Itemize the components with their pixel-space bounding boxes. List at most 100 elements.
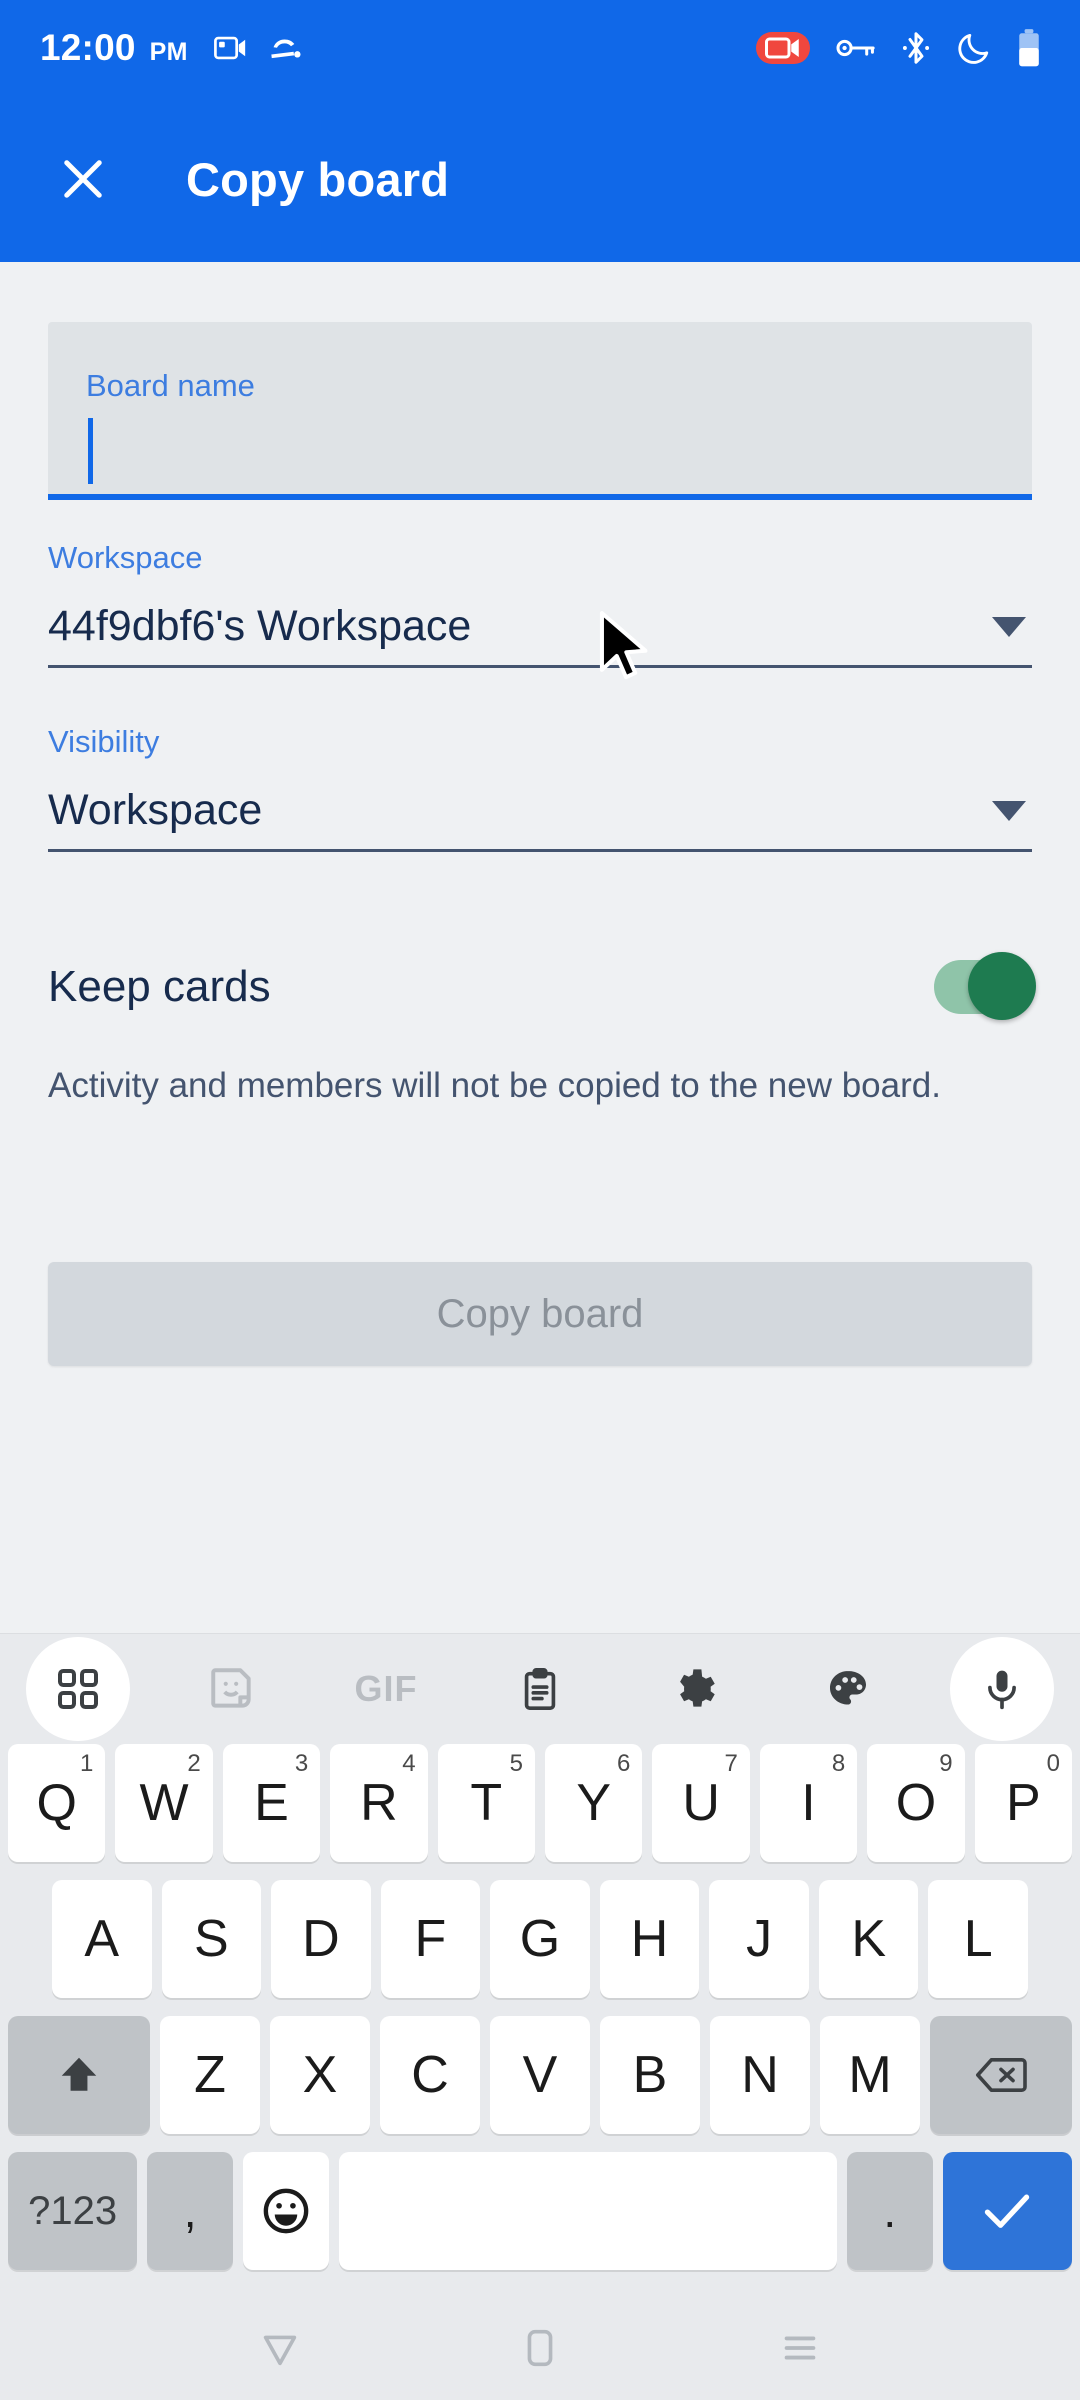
key-v[interactable]: V bbox=[490, 2016, 590, 2134]
keyboard-row-4: ?123 , . bbox=[0, 2152, 1080, 2270]
emoji-icon[interactable] bbox=[243, 2152, 330, 2270]
key-hint: 9 bbox=[939, 1750, 953, 1777]
key-i[interactable]: 8I bbox=[759, 1744, 858, 1862]
do-not-disturb-moon-icon bbox=[956, 30, 992, 66]
key-u[interactable]: 7U bbox=[652, 1744, 750, 1862]
copy-board-button-label: Copy board bbox=[436, 1291, 644, 1336]
bluetooth-icon bbox=[902, 30, 930, 66]
workspace-field-group: Workspace 44f9dbf6's Workspace bbox=[48, 540, 1032, 668]
text-caret bbox=[88, 418, 93, 484]
gif-icon[interactable]: GIF bbox=[334, 1637, 438, 1741]
grid-apps-icon[interactable] bbox=[26, 1637, 130, 1741]
status-bar-left: 12:00 PM bbox=[40, 27, 188, 69]
key-label: T bbox=[470, 1774, 503, 1832]
sticker-icon[interactable] bbox=[180, 1637, 284, 1741]
key-d[interactable]: D bbox=[271, 1880, 371, 1998]
key-a[interactable]: A bbox=[51, 1880, 152, 1998]
android-auto-icon bbox=[268, 34, 304, 62]
status-notification-icons bbox=[213, 34, 304, 62]
status-bar: 12:00 PM bbox=[0, 0, 1080, 96]
phone-screen: 12:00 PM Copy board Board name Workspace… bbox=[0, 0, 1080, 2400]
key-l[interactable]: L bbox=[928, 1880, 1029, 1998]
key-z[interactable]: Z bbox=[160, 2016, 260, 2134]
keyboard-row-3: Z X C V B N M bbox=[0, 2016, 1080, 2134]
keyboard-toolbar: GIF bbox=[0, 1634, 1080, 1744]
symbols-key[interactable]: ?123 bbox=[8, 2152, 138, 2270]
keyboard-row-2: A S D F G H J K L bbox=[0, 1880, 1080, 1998]
enter-key[interactable] bbox=[942, 2152, 1072, 2270]
visibility-field-group: Visibility Workspace bbox=[48, 724, 1032, 852]
key-hint: 1 bbox=[80, 1750, 94, 1777]
key-c[interactable]: C bbox=[380, 2016, 480, 2134]
battery-icon bbox=[1018, 29, 1040, 67]
space-key[interactable] bbox=[339, 2152, 837, 2270]
back-triangle-icon[interactable] bbox=[240, 2308, 320, 2388]
visibility-label: Visibility bbox=[48, 724, 160, 759]
comma-key[interactable]: , bbox=[147, 2152, 234, 2270]
copy-board-button[interactable]: Copy board bbox=[48, 1262, 1032, 1367]
key-hint: 6 bbox=[617, 1750, 631, 1777]
key-label: W bbox=[139, 1774, 189, 1832]
key-j[interactable]: J bbox=[709, 1880, 809, 1998]
system-navigation-bar bbox=[0, 2296, 1080, 2400]
key-x[interactable]: X bbox=[270, 2016, 370, 2134]
backspace-key[interactable] bbox=[930, 2016, 1072, 2134]
key-hint: 2 bbox=[187, 1750, 201, 1777]
palette-icon[interactable] bbox=[796, 1637, 900, 1741]
keep-cards-row[interactable]: Keep cards bbox=[48, 952, 1036, 1020]
vpn-key-icon bbox=[836, 37, 876, 59]
key-g[interactable]: G bbox=[490, 1880, 590, 1998]
key-hint: 4 bbox=[402, 1750, 416, 1777]
page-title: Copy board bbox=[186, 152, 450, 206]
key-h[interactable]: H bbox=[599, 1880, 700, 1998]
key-q[interactable]: 1Q bbox=[7, 1744, 106, 1862]
key-t[interactable]: 5T bbox=[437, 1744, 535, 1862]
status-system-icons bbox=[756, 29, 1040, 67]
key-f[interactable]: F bbox=[380, 1880, 481, 1998]
key-y[interactable]: 6Y bbox=[545, 1744, 643, 1862]
key-label: R bbox=[360, 1774, 398, 1832]
form-body: Board name Workspace 44f9dbf6's Workspac… bbox=[0, 262, 1080, 1633]
home-icon[interactable] bbox=[500, 2308, 580, 2388]
screen-record-icon bbox=[756, 32, 810, 64]
key-p[interactable]: 0P bbox=[974, 1744, 1073, 1862]
key-m[interactable]: M bbox=[820, 2016, 920, 2134]
key-label: Y bbox=[576, 1774, 612, 1832]
key-k[interactable]: K bbox=[818, 1880, 919, 1998]
gear-icon[interactable] bbox=[642, 1637, 746, 1741]
workspace-select[interactable]: 44f9dbf6's Workspace bbox=[48, 602, 1032, 668]
chevron-down-icon bbox=[992, 800, 1026, 821]
key-o[interactable]: 9O bbox=[867, 1744, 965, 1862]
helper-text: Activity and members will not be copied … bbox=[48, 1066, 941, 1105]
key-n[interactable]: N bbox=[710, 2016, 810, 2134]
gif-label: GIF bbox=[354, 1668, 418, 1709]
board-name-field[interactable]: Board name bbox=[48, 322, 1032, 500]
shift-key[interactable] bbox=[8, 2016, 150, 2134]
period-key[interactable]: . bbox=[846, 2152, 933, 2270]
video-camera-icon bbox=[213, 35, 248, 61]
key-w[interactable]: 2W bbox=[115, 1744, 213, 1862]
visibility-select[interactable]: Workspace bbox=[48, 786, 1032, 852]
key-r[interactable]: 4R bbox=[330, 1744, 428, 1862]
virtual-keyboard: GIF 1Q 2W 3E 4R 5T 6Y 7U 8I 9O 0 P A S D… bbox=[0, 1633, 1080, 2296]
keep-cards-toggle[interactable] bbox=[934, 952, 1036, 1020]
keyboard-row-1: 1Q 2W 3E 4R 5T 6Y 7U 8I 9O 0P bbox=[0, 1744, 1080, 1862]
key-s[interactable]: S bbox=[161, 1880, 262, 1998]
key-label: O bbox=[895, 1774, 937, 1832]
status-clock-ampm: PM bbox=[149, 38, 188, 66]
workspace-value: 44f9dbf6's Workspace bbox=[48, 602, 472, 650]
recents-icon[interactable] bbox=[760, 2308, 840, 2388]
status-clock: 12:00 bbox=[40, 27, 136, 68]
keep-cards-label: Keep cards bbox=[48, 962, 271, 1011]
key-hint: 3 bbox=[294, 1750, 309, 1777]
key-e[interactable]: 3E bbox=[222, 1744, 321, 1862]
key-b[interactable]: B bbox=[600, 2016, 700, 2134]
key-hint: 8 bbox=[831, 1750, 846, 1777]
microphone-icon[interactable] bbox=[950, 1637, 1054, 1741]
key-label: Q bbox=[36, 1774, 77, 1832]
clipboard-icon[interactable] bbox=[488, 1637, 592, 1741]
app-bar: Copy board bbox=[0, 96, 1080, 262]
close-button[interactable] bbox=[48, 144, 118, 214]
workspace-label: Workspace bbox=[48, 540, 203, 575]
board-name-label: Board name bbox=[86, 368, 255, 403]
